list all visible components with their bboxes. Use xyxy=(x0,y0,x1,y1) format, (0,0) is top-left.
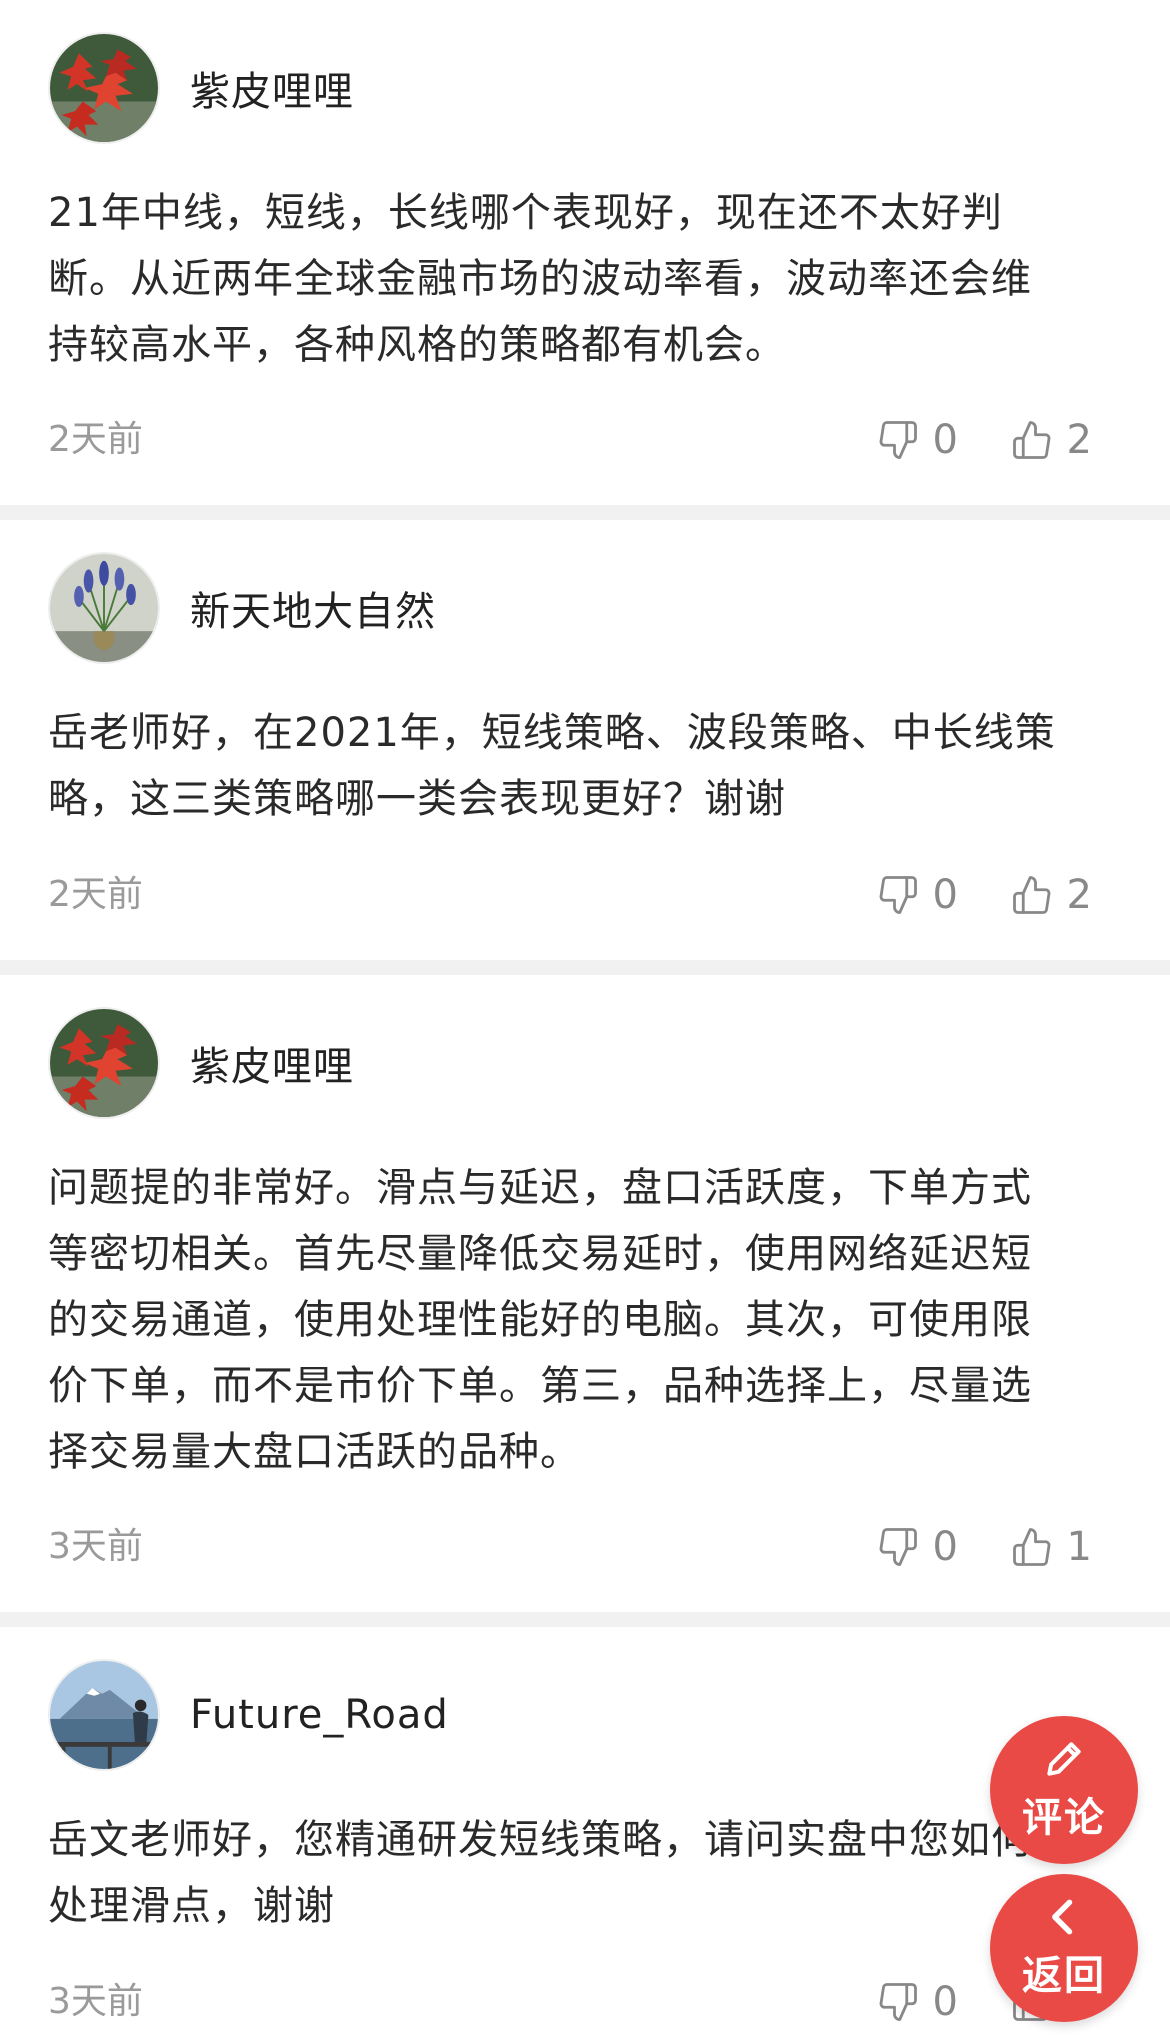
thumbs-up-icon xyxy=(1012,421,1050,459)
comment-fab-label: 评论 xyxy=(1022,1795,1106,1841)
comment-line: 问题提的非常好。滑点与延迟，盘口活跃度，下单方式 xyxy=(48,1165,1032,1211)
comment-line: 略，这三类策略哪一类会表现更好？谢谢 xyxy=(48,776,786,822)
like-count: 1 xyxy=(1066,1524,1092,1570)
like-button[interactable]: 2 xyxy=(1011,870,1092,920)
like-count: 2 xyxy=(1066,872,1092,918)
flower-vase-avatar-image xyxy=(50,554,158,662)
comment-header: 紫皮哩哩 xyxy=(48,1007,354,1119)
comment-username[interactable]: Future_Road xyxy=(190,1692,449,1738)
thumbs-up-icon xyxy=(1012,876,1050,914)
dislike-button[interactable]: 0 xyxy=(877,870,958,920)
like-button[interactable]: 1 xyxy=(1011,1522,1092,1572)
comment-header: 紫皮哩哩 xyxy=(48,32,354,144)
thumbs-down-icon xyxy=(879,876,917,914)
comment-username[interactable]: 紫皮哩哩 xyxy=(190,59,354,117)
dislike-button[interactable]: 0 xyxy=(877,1977,958,2027)
comment-username[interactable]: 新天地大自然 xyxy=(190,579,436,637)
dislike-button[interactable]: 0 xyxy=(877,1522,958,1572)
comment-line: 断。从近两年全球金融市场的波动率看，波动率还会维 xyxy=(48,256,1032,302)
dislike-count: 0 xyxy=(932,1524,958,1570)
comment-footer: 3天前 0 0 xyxy=(48,1977,1122,2027)
comment-line: 价下单，而不是市价下单。第三，品种选择上，尽量选 xyxy=(48,1363,1032,1409)
comment-line: 岳老师好，在2021年，短线策略、波段策略、中长线策 xyxy=(48,710,1056,756)
divider xyxy=(0,505,1170,520)
chevron-left-icon xyxy=(1052,1899,1073,1935)
comment-footer: 3天前 0 1 xyxy=(48,1522,1122,1572)
comment-line: 的交易通道，使用处理性能好的电脑。其次，可使用限 xyxy=(48,1297,1032,1343)
divider xyxy=(0,1612,1170,1627)
avatar[interactable] xyxy=(48,1659,160,1771)
dislike-count: 0 xyxy=(932,1979,958,2025)
comment-footer: 2天前 0 2 xyxy=(48,870,1122,920)
comment-time: 3天前 xyxy=(48,1981,143,2022)
comment-line: 岳文老师好，您精通研发短线策略，请问实盘中您如何 xyxy=(48,1817,1032,1863)
thumbs-down-icon xyxy=(879,1983,917,2021)
dislike-button[interactable]: 0 xyxy=(877,415,958,465)
thumbs-down-icon xyxy=(879,421,917,459)
avatar[interactable] xyxy=(48,552,160,664)
avatar[interactable] xyxy=(48,1007,160,1119)
thumbs-up-icon xyxy=(1012,1528,1050,1566)
comment-text: 岳文老师好，您精通研发短线策略，请问实盘中您如何 处理滑点，谢谢 xyxy=(48,1807,1122,1939)
red-maple-avatar-image xyxy=(50,1009,158,1117)
red-maple-avatar-image xyxy=(50,34,158,142)
thumbs-down-icon xyxy=(879,1528,917,1566)
divider xyxy=(0,960,1170,975)
comment-line: 处理滑点，谢谢 xyxy=(48,1883,335,1929)
avatar[interactable] xyxy=(48,32,160,144)
comment-card: 紫皮哩哩 21年中线，短线，长线哪个表现好，现在还不太好判 断。从近两年全球金融… xyxy=(0,0,1170,500)
comment-time: 2天前 xyxy=(48,419,143,460)
comment-fab-button[interactable]: 评论 xyxy=(990,1716,1138,1864)
dislike-count: 0 xyxy=(932,417,958,463)
pencil-icon xyxy=(1047,1742,1081,1776)
comment-header: 新天地大自然 xyxy=(48,552,436,664)
dislike-count: 0 xyxy=(932,872,958,918)
comment-footer: 2天前 0 2 xyxy=(48,415,1122,465)
comment-time: 2天前 xyxy=(48,874,143,915)
comment-text: 21年中线，短线，长线哪个表现好，现在还不太好判 断。从近两年全球金融市场的波动… xyxy=(48,180,1122,378)
like-button[interactable]: 2 xyxy=(1011,415,1092,465)
comment-text: 问题提的非常好。滑点与延迟，盘口活跃度，下单方式 等密切相关。首先尽量降低交易延… xyxy=(48,1155,1122,1485)
back-fab-label: 返回 xyxy=(1022,1953,1106,1999)
comment-username[interactable]: 紫皮哩哩 xyxy=(190,1034,354,1092)
comment-card: 新天地大自然 岳老师好，在2021年，短线策略、波段策略、中长线策 略，这三类策… xyxy=(0,520,1170,960)
comment-line: 持较高水平，各种风格的策略都有机会。 xyxy=(48,322,786,368)
comment-time: 3天前 xyxy=(48,1526,143,1567)
comment-line: 等密切相关。首先尽量降低交易延时，使用网络延迟短 xyxy=(48,1231,1032,1277)
comment-line: 择交易量大盘口活跃的品种。 xyxy=(48,1429,581,1475)
like-count: 2 xyxy=(1066,417,1092,463)
mountain-lake-avatar-image xyxy=(50,1661,158,1769)
comment-header: Future_Road xyxy=(48,1659,449,1771)
comment-card: 紫皮哩哩 问题提的非常好。滑点与延迟，盘口活跃度，下单方式 等密切相关。首先尽量… xyxy=(0,975,1170,1615)
comment-text: 岳老师好，在2021年，短线策略、波段策略、中长线策 略，这三类策略哪一类会表现… xyxy=(48,700,1122,832)
comment-line: 21年中线，短线，长线哪个表现好，现在还不太好判 xyxy=(48,190,1003,236)
back-fab-button[interactable]: 返回 xyxy=(990,1874,1138,2022)
